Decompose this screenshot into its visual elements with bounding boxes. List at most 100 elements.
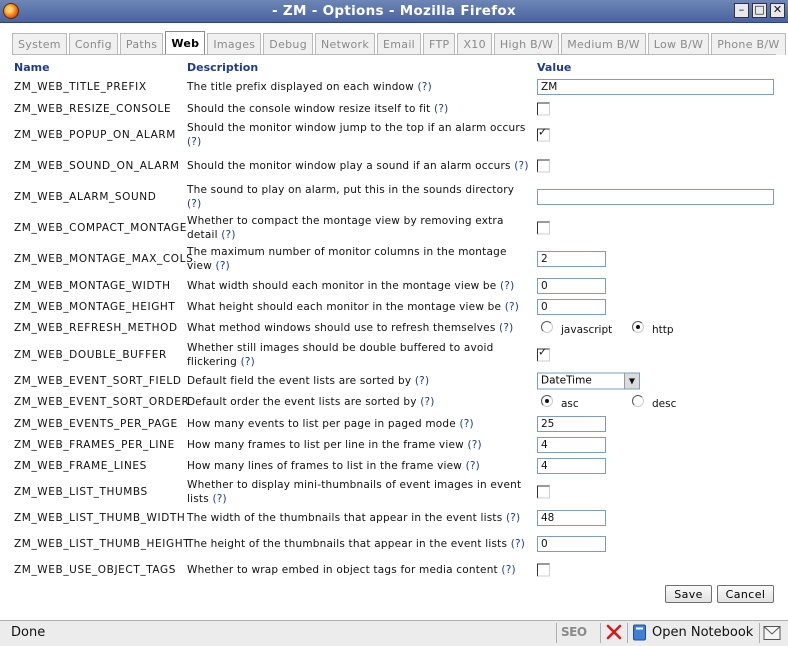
value-checkbox[interactable] (537, 563, 550, 577)
help-link[interactable]: (?) (212, 493, 226, 505)
option-description: The width of the thumbnails that appear … (187, 511, 532, 525)
value-checkbox[interactable]: ✓ (537, 346, 550, 362)
option-description-text: Should the monitor window play a sound i… (187, 160, 511, 172)
option-value: ZM (537, 79, 774, 95)
option-row: ZM_WEB_EVENTS_PER_PAGE How many events to… (0, 414, 788, 434)
statusbar-separator (759, 623, 760, 643)
help-link[interactable]: (?) (418, 81, 432, 93)
option-row: ZM_WEB_LIST_THUMBS Whether to display min… (0, 479, 788, 505)
radio-button[interactable] (632, 395, 644, 407)
notebook-icon[interactable] (632, 624, 647, 641)
value-input[interactable] (537, 189, 774, 205)
value-input[interactable]: 4 (537, 458, 606, 474)
tab-low-b-w[interactable]: Low B/W (647, 33, 710, 55)
help-link[interactable]: (?) (221, 229, 235, 241)
option-value (537, 485, 550, 499)
option-description: What height should each monitor in the m… (187, 300, 532, 314)
column-header-name: Name (14, 61, 50, 74)
tab-email[interactable]: Email (377, 33, 422, 55)
help-link[interactable]: (?) (467, 439, 481, 451)
option-name: ZM_WEB_LIST_THUMB_HEIGHT (14, 538, 191, 550)
help-link[interactable]: (?) (241, 356, 255, 368)
mail-icon[interactable] (763, 625, 781, 641)
help-link[interactable]: (?) (499, 322, 513, 334)
tab-phone-b-w[interactable]: Phone B/W (711, 33, 786, 55)
save-button[interactable]: Save (665, 585, 712, 603)
value-checkbox[interactable] (537, 102, 550, 116)
help-link[interactable]: (?) (187, 198, 201, 210)
close-button[interactable]: ✕ (770, 3, 785, 18)
value-input[interactable]: 0 (537, 536, 606, 552)
option-row: ZM_WEB_ALARM_SOUND The sound to play on a… (0, 184, 788, 210)
help-link[interactable]: (?) (506, 512, 520, 524)
tab-system[interactable]: System (12, 33, 67, 55)
tab-paths[interactable]: Paths (119, 33, 164, 55)
statusbar-separator (556, 623, 557, 643)
help-link[interactable]: (?) (514, 160, 528, 172)
value-checkbox[interactable] (537, 159, 550, 173)
option-name: ZM_WEB_COMPACT_MONTAGE (14, 222, 188, 234)
help-link[interactable]: (?) (216, 260, 230, 272)
help-link[interactable]: (?) (505, 301, 519, 313)
column-header-value: Value (537, 61, 572, 74)
radio-button[interactable] (541, 395, 553, 407)
option-name: ZM_WEB_LIST_THUMB_WIDTH (14, 512, 186, 524)
option-description: The maximum number of monitor columns in… (187, 245, 532, 273)
radio-button[interactable] (541, 321, 553, 333)
tab-images[interactable]: Images (207, 33, 262, 55)
radio-option-javascript[interactable]: javascript (541, 321, 612, 336)
minimize-button[interactable]: – (734, 3, 749, 18)
value-input[interactable]: 0 (537, 278, 606, 294)
tab-network[interactable]: Network (314, 33, 376, 55)
chevron-down-icon[interactable]: ▼ (624, 373, 639, 389)
radio-button[interactable] (632, 321, 644, 333)
sort-field-select[interactable]: DateTime ▼ (537, 372, 640, 390)
value-checkbox[interactable]: ✓ (537, 126, 550, 142)
option-name: ZM_WEB_FRAMES_PER_LINE (14, 439, 175, 451)
value-input[interactable]: 4 (537, 437, 606, 453)
option-row: ZM_WEB_POPUP_ON_ALARM Should the monitor … (0, 122, 788, 148)
tab-high-b-w[interactable]: High B/W (493, 33, 560, 55)
help-link[interactable]: (?) (501, 564, 515, 576)
value-input[interactable]: 48 (537, 510, 606, 526)
cancel-button[interactable]: Cancel (717, 585, 774, 603)
help-link[interactable]: (?) (459, 418, 473, 430)
open-notebook-link[interactable]: Open Notebook (652, 625, 753, 640)
help-link[interactable]: (?) (500, 280, 514, 292)
option-description-text: Should the monitor window jump to the to… (187, 122, 526, 134)
tab-config[interactable]: Config (68, 33, 118, 55)
option-description-text: How many lines of frames to list in the … (187, 460, 463, 472)
tab-x10[interactable]: X10 (457, 33, 492, 55)
help-link[interactable]: (?) (420, 396, 434, 408)
help-link[interactable]: (?) (511, 538, 525, 550)
tab-debug[interactable]: Debug (263, 33, 313, 55)
help-link[interactable]: (?) (434, 103, 448, 115)
option-row: ZM_WEB_EVENT_SORT_FIELD Default field the… (0, 371, 788, 391)
status-text: Done (11, 625, 46, 640)
help-link[interactable]: (?) (415, 375, 429, 387)
option-description-text: How many frames to list per line in the … (187, 439, 464, 451)
help-link[interactable]: (?) (466, 460, 480, 472)
tab-medium-b-w[interactable]: Medium B/W (561, 33, 646, 55)
tab-ftp[interactable]: FTP (423, 33, 456, 55)
options-tabs: System Config Paths Web Images Debug Network Em… (12, 31, 788, 55)
tab-web[interactable]: Web (165, 31, 206, 55)
value-input[interactable]: ZM (537, 79, 774, 95)
value-checkbox[interactable] (537, 221, 550, 235)
radio-option-desc[interactable]: desc (632, 395, 676, 410)
option-row: ZM_WEB_TITLE_PREFIX The title prefix disp… (0, 77, 788, 97)
stop-icon[interactable] (605, 623, 623, 641)
value-input[interactable]: 25 (537, 416, 606, 432)
maximize-button[interactable]: □ (752, 3, 767, 18)
radio-option-asc[interactable]: asc (541, 395, 579, 410)
seo-icon[interactable]: SEO (561, 625, 587, 639)
radio-label: desc (652, 398, 677, 410)
value-checkbox[interactable] (537, 485, 550, 499)
option-value: 0 (537, 278, 606, 294)
option-row: ZM_WEB_MONTAGE_HEIGHT What height should … (0, 297, 788, 317)
value-input[interactable]: 0 (537, 299, 606, 315)
radio-option-http[interactable]: http (632, 321, 674, 336)
option-row: ZM_WEB_FRAMES_PER_LINE How many frames to… (0, 435, 788, 455)
value-input[interactable]: 2 (537, 251, 606, 267)
help-link[interactable]: (?) (187, 136, 201, 148)
